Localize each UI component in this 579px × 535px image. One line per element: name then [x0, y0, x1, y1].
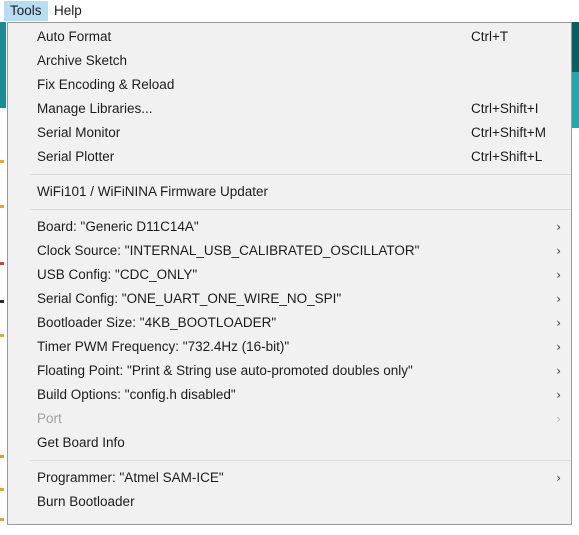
menu-item-serial-plotter[interactable]: Serial Plotter Ctrl+Shift+L [8, 145, 571, 169]
menu-item-label: Timer PWM Frequency: "732.4Hz (16-bit)" [37, 339, 290, 354]
menu-item-label: Burn Bootloader [37, 494, 135, 509]
menu-item-build-options-configh-disabled[interactable]: Build Options: "config.h disabled" › [8, 383, 571, 407]
chevron-right-icon: › [556, 412, 561, 426]
menu-item-port: Port › [8, 407, 571, 431]
menu-item-label: Programmer: "Atmel SAM-ICE" [37, 470, 224, 485]
chevron-right-icon: › [556, 292, 561, 306]
menu-item-label: Floating Point: "Print & String use auto… [37, 363, 413, 378]
menu-item-auto-format[interactable]: Auto Format Ctrl+T [8, 25, 571, 49]
menu-item-get-board-info[interactable]: Get Board Info [8, 431, 571, 455]
menu-separator [30, 174, 571, 175]
menu-item-board-generic-d11c14a[interactable]: Board: "Generic D11C14A" › [8, 215, 571, 239]
editor-gutter-mark [0, 334, 4, 337]
menu-item-label: Auto Format [37, 29, 112, 44]
chevron-right-icon: › [556, 364, 561, 378]
menu-item-serial-monitor[interactable]: Serial Monitor Ctrl+Shift+M [8, 121, 571, 145]
menu-item-fix-encoding-reload[interactable]: Fix Encoding & Reload [8, 73, 571, 97]
menu-item-label: USB Config: "CDC_ONLY" [37, 267, 198, 282]
menu-item-floating-point-print-string-use-auto-promo[interactable]: Floating Point: "Print & String use auto… [8, 359, 571, 383]
chevron-right-icon: › [556, 471, 561, 485]
menu-item-clock-source-internal-usb-calibrated-oscil[interactable]: Clock Source: "INTERNAL_USB_CALIBRATED_O… [8, 239, 571, 263]
menu-item-timer-pwm-frequency-7324hz-16-bit[interactable]: Timer PWM Frequency: "732.4Hz (16-bit)" › [8, 335, 571, 359]
menu-item-label: Bootloader Size: "4KB_BOOTLOADER" [37, 315, 277, 330]
menu-item-usb-config-cdc-only[interactable]: USB Config: "CDC_ONLY" › [8, 263, 571, 287]
chevron-right-icon: › [556, 220, 561, 234]
editor-gutter-mark [0, 160, 4, 163]
menu-item-label: Get Board Info [37, 435, 125, 450]
menu-item-shortcut: Ctrl+T [471, 29, 509, 44]
menu-separator [30, 460, 571, 461]
chevron-right-icon: › [556, 340, 561, 354]
menu-item-label: Manage Libraries... [37, 101, 153, 116]
menu-item-label: Board: "Generic D11C14A" [37, 219, 199, 234]
editor-gutter-mark [0, 262, 4, 265]
menu-item-wifi101-wifinina-firmware-updater[interactable]: WiFi101 / WiFiNINA Firmware Updater [8, 180, 571, 204]
menubar-item-help[interactable]: Help [48, 1, 88, 21]
menubar-item-tools[interactable]: Tools [4, 1, 48, 21]
chevron-right-icon: › [556, 244, 561, 258]
menu-item-serial-config-one-uart-one-wire-no-spi[interactable]: Serial Config: "ONE_UART_ONE_WIRE_NO_SPI… [8, 287, 571, 311]
menu-item-bootloader-size-4kb-bootloader[interactable]: Bootloader Size: "4KB_BOOTLOADER" › [8, 311, 571, 335]
menu-item-label: Serial Plotter [37, 149, 115, 164]
chevron-right-icon: › [556, 316, 561, 330]
menu-item-label: Clock Source: "INTERNAL_USB_CALIBRATED_O… [37, 243, 420, 258]
menu-item-shortcut: Ctrl+Shift+M [471, 125, 547, 140]
tools-menu-list: Auto Format Ctrl+T Archive Sketch Fix Encod… [8, 23, 571, 516]
menu-item-label: Archive Sketch [37, 53, 128, 68]
menu-item-label: Serial Monitor [37, 125, 121, 140]
menu-bar: Tools Help [0, 0, 579, 22]
editor-gutter-mark [0, 205, 4, 208]
editor-gutter-mark [0, 518, 4, 521]
menu-separator [30, 209, 571, 210]
menu-item-burn-bootloader[interactable]: Burn Bootloader [8, 490, 571, 514]
menu-item-label: Serial Config: "ONE_UART_ONE_WIRE_NO_SPI… [37, 291, 342, 306]
menu-item-manage-libraries[interactable]: Manage Libraries... Ctrl+Shift+I [8, 97, 571, 121]
menu-item-label: Fix Encoding & Reload [37, 77, 175, 92]
menu-item-programmer-atmel-sam-ice[interactable]: Programmer: "Atmel SAM-ICE" › [8, 466, 571, 490]
tools-dropdown-menu: Auto Format Ctrl+T Archive Sketch Fix Encod… [7, 22, 572, 525]
chevron-right-icon: › [556, 388, 561, 402]
menu-item-label: Port [37, 411, 62, 426]
menu-item-label: Build Options: "config.h disabled" [37, 387, 236, 402]
editor-left-accent-strip [0, 22, 6, 108]
editor-gutter-mark [0, 455, 4, 458]
menu-item-shortcut: Ctrl+Shift+L [471, 149, 543, 164]
menu-item-archive-sketch[interactable]: Archive Sketch [8, 49, 571, 73]
menu-item-shortcut: Ctrl+Shift+I [471, 101, 539, 116]
menu-item-label: WiFi101 / WiFiNINA Firmware Updater [37, 184, 269, 199]
editor-gutter-mark [0, 300, 4, 303]
editor-gutter-mark [0, 488, 4, 491]
chevron-right-icon: › [556, 268, 561, 282]
